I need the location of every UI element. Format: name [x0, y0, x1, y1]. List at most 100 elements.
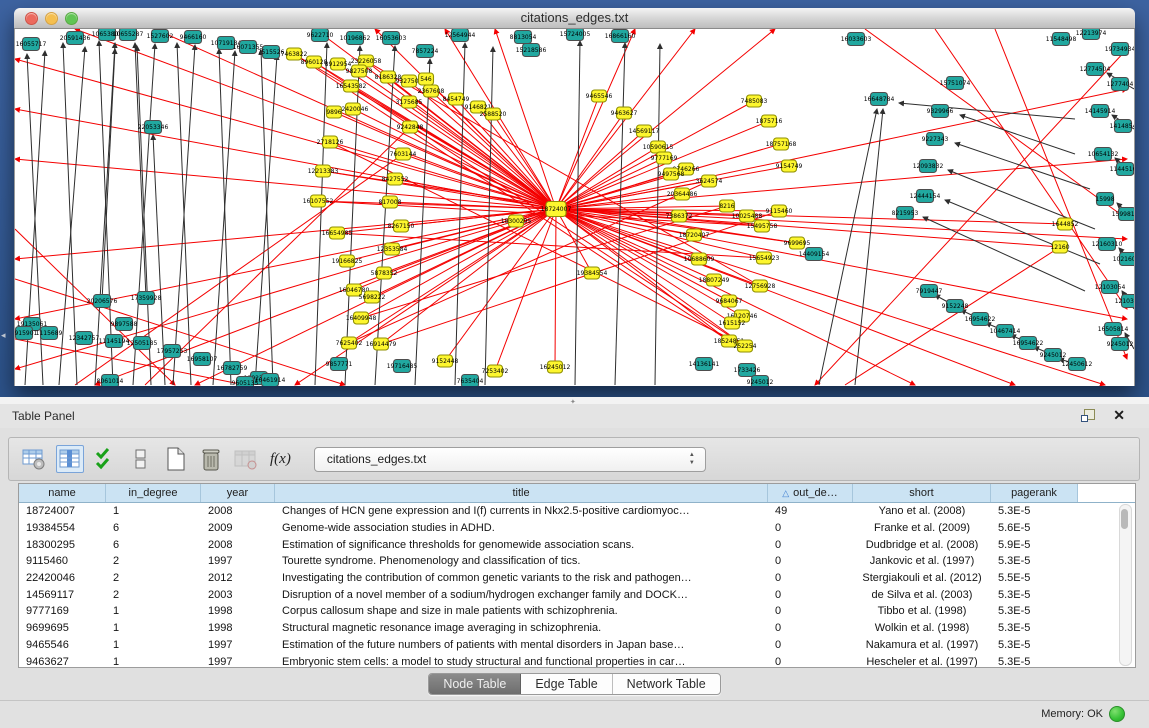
- network-node[interactable]: 18807249: [699, 274, 730, 286]
- network-node[interactable]: 12342757: [69, 332, 100, 345]
- network-node[interactable]: 9465546: [586, 90, 613, 102]
- network-node[interactable]: 14409154: [799, 248, 830, 261]
- column-header-pagerank[interactable]: pagerank: [991, 484, 1078, 502]
- table-row[interactable]: 946362711997Embryonic stem cells: a mode…: [19, 653, 1135, 668]
- tab-node-table[interactable]: Node Table: [429, 674, 521, 694]
- network-node[interactable]: 16654985: [322, 227, 353, 239]
- table-cell[interactable]: 2012: [201, 572, 275, 584]
- network-window-titlebar[interactable]: citations_edges.txt: [14, 8, 1135, 29]
- table-cell[interactable]: Changes of HCN gene expression and I(f) …: [275, 505, 768, 517]
- table-cell[interactable]: Tourette syndrome. Phenomenology and cla…: [275, 555, 768, 567]
- float-panel-icon[interactable]: [1081, 409, 1094, 422]
- table-row[interactable]: 1830029562008Estimation of significance …: [19, 536, 1135, 553]
- table-cell[interactable]: 0: [768, 555, 853, 567]
- table-cell[interactable]: 49: [768, 505, 853, 517]
- table-cell[interactable]: 1998: [201, 605, 275, 617]
- table-cell[interactable]: 9465546: [19, 639, 106, 651]
- table-cell[interactable]: 5.3E-5: [991, 605, 1078, 617]
- table-cell[interactable]: 5.3E-5: [991, 589, 1078, 601]
- table-cell[interactable]: 0: [768, 572, 853, 584]
- table-cell[interactable]: Wolkin et al. (1998): [853, 622, 991, 634]
- table-cell[interactable]: 22420046: [19, 572, 106, 584]
- function-builder-icon[interactable]: f(x): [270, 451, 291, 468]
- network-node[interactable]: 8813054: [510, 31, 537, 44]
- column-header-name[interactable]: name: [19, 484, 106, 502]
- table-cell[interactable]: 2003: [201, 589, 275, 601]
- table-cell[interactable]: 2: [106, 572, 201, 584]
- network-node[interactable]: 16866160: [605, 30, 636, 43]
- network-node[interactable]: 11445162: [1110, 163, 1134, 176]
- network-node[interactable]: 1527602: [147, 30, 174, 43]
- table-cell[interactable]: Disruption of a novel member of a sodium…: [275, 589, 768, 601]
- table-scrollbar[interactable]: [1119, 504, 1132, 666]
- network-node[interactable]: 8216: [719, 200, 734, 212]
- network-node[interactable]: 10216013: [1113, 253, 1134, 266]
- network-node[interactable]: 20206576: [87, 295, 118, 308]
- network-node[interactable]: 10590615: [643, 141, 674, 153]
- network-node[interactable]: 9699695: [784, 237, 811, 249]
- network-view[interactable]: 1605571720591436106538031065528715276029…: [14, 29, 1135, 386]
- network-node[interactable]: 5878352: [371, 267, 398, 279]
- table-cell[interactable]: 18724007: [19, 505, 106, 517]
- network-node[interactable]: 19716485: [387, 360, 418, 373]
- network-node[interactable]: 12213974: [1076, 29, 1107, 40]
- network-node[interactable]: 19734934: [1105, 43, 1134, 56]
- table-cell[interactable]: 0: [768, 539, 853, 551]
- new-file-icon[interactable]: [163, 446, 189, 472]
- table-cell[interactable]: Stergiakouli et al. (2012): [853, 572, 991, 584]
- network-node[interactable]: 11548498: [1046, 33, 1077, 46]
- table-cell[interactable]: Jankovic et al. (1997): [853, 555, 991, 567]
- column-header-in_degree[interactable]: in_degree: [106, 484, 201, 502]
- table-row[interactable]: 1456911722003Disruption of a novel membe…: [19, 586, 1135, 603]
- table-cell[interactable]: 1: [106, 656, 201, 668]
- network-node[interactable]: 16245012: [540, 361, 571, 373]
- table-cell[interactable]: 6: [106, 539, 201, 551]
- table-cell[interactable]: 5.3E-5: [991, 639, 1078, 651]
- table-cell[interactable]: 5.3E-5: [991, 622, 1078, 634]
- network-node[interactable]: 9684067: [716, 295, 743, 307]
- table-row[interactable]: 1872400712008Changes of HCN gene express…: [19, 503, 1135, 520]
- table-cell[interactable]: 5.9E-5: [991, 539, 1078, 551]
- table-cell[interactable]: 2009: [201, 522, 275, 534]
- table-row[interactable]: 946554611997Estimation of the future num…: [19, 637, 1135, 654]
- network-node[interactable]: 16033603: [841, 33, 872, 46]
- network-node[interactable]: 12774504: [1080, 63, 1111, 76]
- table-row[interactable]: 977716911998Corpus callosum shape and si…: [19, 603, 1135, 620]
- network-node[interactable]: 15724005: [560, 29, 591, 41]
- network-node[interactable]: 7635404: [457, 375, 484, 387]
- table-cell[interactable]: 2: [106, 589, 201, 601]
- table-row[interactable]: 1938455462009Genome-wide association stu…: [19, 520, 1135, 537]
- table-cell[interactable]: Dudbridge et al. (2008): [853, 539, 991, 551]
- network-node[interactable]: 16958107: [187, 353, 218, 366]
- network-node[interactable]: 12505185: [127, 337, 158, 350]
- network-node[interactable]: 12103054: [1095, 281, 1126, 294]
- network-node[interactable]: 12093832: [913, 160, 944, 173]
- delete-icon[interactable]: [198, 446, 224, 472]
- network-node[interactable]: 9897588: [111, 318, 138, 331]
- tab-network-table[interactable]: Network Table: [613, 674, 720, 694]
- network-node[interactable]: 17359928: [131, 292, 162, 305]
- network-node[interactable]: 9857771: [326, 358, 353, 371]
- table-cell[interactable]: Investigating the contribution of common…: [275, 572, 768, 584]
- table-cell[interactable]: 0: [768, 622, 853, 634]
- table-cell[interactable]: Corpus callosum shape and size in male p…: [275, 605, 768, 617]
- network-node[interactable]: 16055717: [16, 38, 47, 51]
- table-cell[interactable]: de Silva et al. (2003): [853, 589, 991, 601]
- minimize-traffic-light[interactable]: [45, 12, 58, 25]
- tab-edge-table[interactable]: Edge Table: [521, 674, 612, 694]
- network-node[interactable]: 15218586: [516, 44, 547, 57]
- network-node[interactable]: 14136141: [689, 358, 720, 371]
- network-node[interactable]: 14145914: [1085, 105, 1116, 118]
- table-cell[interactable]: 5.3E-5: [991, 656, 1078, 668]
- table-cell[interactable]: 5.3E-5: [991, 505, 1078, 517]
- table-cell[interactable]: 1997: [201, 656, 275, 668]
- table-cell[interactable]: 0: [768, 589, 853, 601]
- network-node[interactable]: 9245012: [747, 376, 774, 387]
- network-node[interactable]: 8215953: [892, 207, 919, 220]
- network-node[interactable]: 16053603: [376, 32, 407, 45]
- table-cell[interactable]: 1: [106, 622, 201, 634]
- table-cell[interactable]: Estimation of the future numbers of pati…: [275, 639, 768, 651]
- network-node[interactable]: 546: [419, 73, 434, 85]
- network-node[interactable]: 9896: [326, 106, 341, 118]
- network-node[interactable]: 817008: [379, 196, 402, 208]
